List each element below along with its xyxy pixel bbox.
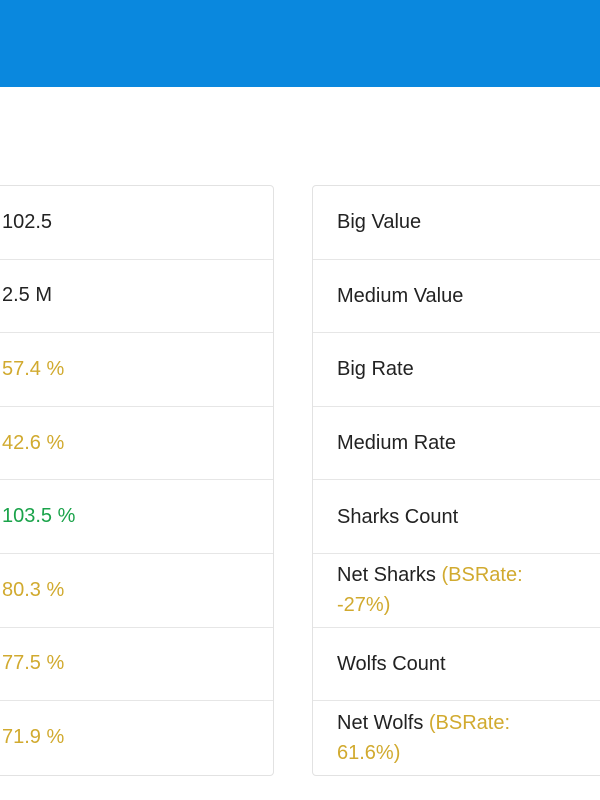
label-text: Medium Rate (337, 432, 456, 455)
label-with-rate: Net Sharks (BSRate: -27%) (337, 560, 571, 620)
label-row: Medium Rate (313, 407, 600, 481)
value-row: 77.5 % (0, 628, 273, 702)
label-row: Big Value (313, 186, 600, 260)
label-text: Medium Value (337, 284, 464, 307)
value-row: 80.3 % (0, 554, 273, 628)
label-text: Big Value (337, 211, 422, 234)
value-row: 71.9 % (0, 701, 273, 775)
label-row: Net Wolfs (BSRate: 61.6%) (313, 701, 600, 775)
label-text: Wolfs Count (337, 652, 446, 675)
values-card: 102.5 2.5 M 57.4 % 42.6 % 103.5 % 80.3 %… (0, 185, 274, 776)
value-text: 2.5 M (2, 284, 53, 307)
value-row: 42.6 % (0, 407, 273, 481)
label-with-rate: Net Wolfs (BSRate: 61.6%) (337, 708, 571, 768)
value-row: 2.5 M (0, 260, 273, 334)
labels-card: Big Value Medium Value Big Rate Medium R… (312, 185, 600, 776)
label-row: Sharks Count (313, 480, 600, 554)
value-text: 71.9 % (2, 726, 65, 749)
value-row: 103.5 % (0, 480, 273, 554)
value-text: 80.3 % (2, 578, 65, 601)
value-text: 57.4 % (2, 357, 65, 380)
value-text: 103.5 % (2, 505, 76, 528)
label-text: Sharks Count (337, 505, 459, 528)
value-text: 77.5 % (2, 652, 65, 675)
label-row: Big Rate (313, 333, 600, 407)
top-header-bar (0, 0, 600, 87)
label-text: Net Wolfs (337, 711, 424, 734)
label-row: Medium Value (313, 260, 600, 334)
value-row: 102.5 (0, 186, 273, 260)
value-row: 57.4 % (0, 333, 273, 407)
label-row: Net Sharks (BSRate: -27%) (313, 554, 600, 628)
label-row: Wolfs Count (313, 628, 600, 702)
label-text: Big Rate (337, 358, 414, 381)
value-text: 42.6 % (2, 431, 65, 454)
label-text: Net Sharks (337, 564, 436, 587)
value-text: 102.5 (2, 210, 53, 233)
